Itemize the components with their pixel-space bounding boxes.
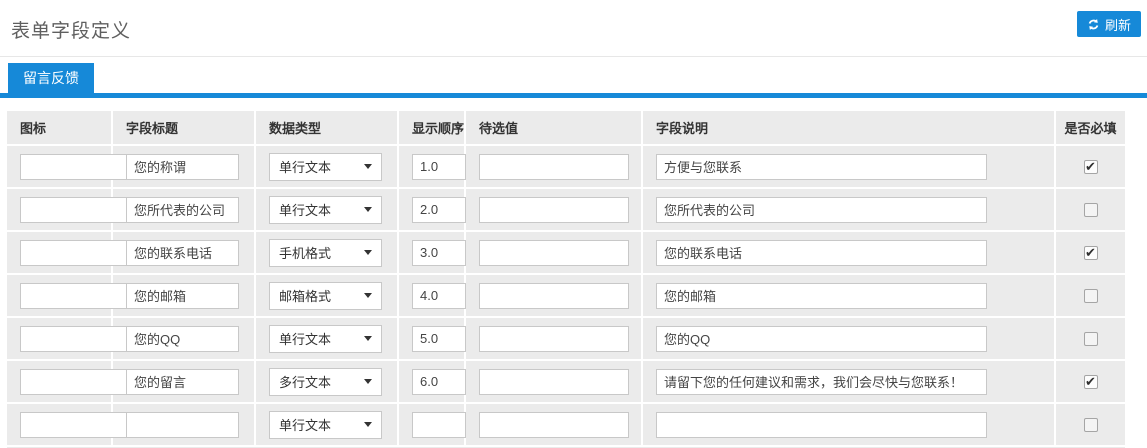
field-description-input[interactable]: [656, 154, 987, 180]
tab-message-feedback[interactable]: 留言反馈: [8, 63, 94, 93]
field-title-input[interactable]: [126, 412, 239, 438]
candidate-value-input[interactable]: [479, 369, 629, 395]
field-description-input[interactable]: [656, 283, 987, 309]
candidate-value-input[interactable]: [479, 283, 629, 309]
field-description-input[interactable]: [656, 326, 987, 352]
data-type-selected-value: 单行文本: [279, 415, 331, 434]
field-title-input[interactable]: [126, 369, 239, 395]
field-title-input[interactable]: [126, 326, 239, 352]
table-row: 单行文本: [7, 316, 1125, 359]
table-row: 单行文本 ✔: [7, 144, 1125, 187]
required-checkbox[interactable]: [1084, 289, 1098, 303]
refresh-button[interactable]: 刷新: [1077, 11, 1141, 37]
table-row: 多行文本 ✔: [7, 359, 1125, 402]
table-body: 单行文本 ✔ 单行文本 手机格式: [7, 144, 1125, 445]
table-row: 单行文本: [7, 402, 1125, 445]
field-description-input[interactable]: [656, 369, 987, 395]
required-checkbox[interactable]: ✔: [1084, 160, 1098, 174]
data-type-selected-value: 单行文本: [279, 329, 331, 348]
display-order-input[interactable]: [412, 283, 466, 309]
data-type-selected-value: 手机格式: [279, 243, 331, 262]
candidate-value-input[interactable]: [479, 154, 629, 180]
field-title-input[interactable]: [126, 154, 239, 180]
candidate-value-input[interactable]: [479, 326, 629, 352]
field-description-input[interactable]: [656, 197, 987, 223]
display-order-input[interactable]: [412, 240, 466, 266]
header-field-title: 字段标题: [113, 111, 256, 144]
dropdown-arrow-icon: [364, 207, 372, 212]
header-data-type: 数据类型: [256, 111, 399, 144]
data-type-select[interactable]: 单行文本: [269, 196, 382, 224]
candidate-value-input[interactable]: [479, 240, 629, 266]
candidate-value-input[interactable]: [479, 412, 629, 438]
field-title-input[interactable]: [126, 240, 239, 266]
required-checkbox[interactable]: [1084, 332, 1098, 346]
data-type-select[interactable]: 单行文本: [269, 153, 382, 181]
page: 表单字段定义 刷新 留言反馈 图标 字段标题 数据类型 显示顺序 待选值 字段说…: [0, 0, 1147, 448]
display-order-input[interactable]: [412, 412, 466, 438]
refresh-button-label: 刷新: [1105, 15, 1131, 34]
table-row: 手机格式 ✔: [7, 230, 1125, 273]
header-field-description: 字段说明: [643, 111, 1056, 144]
candidate-value-input[interactable]: [479, 197, 629, 223]
data-type-select[interactable]: 手机格式: [269, 239, 382, 267]
data-type-select[interactable]: 单行文本: [269, 325, 382, 353]
data-type-selected-value: 单行文本: [279, 157, 331, 176]
required-checkbox[interactable]: ✔: [1084, 375, 1098, 389]
table-row: 单行文本: [7, 187, 1125, 230]
field-title-input[interactable]: [126, 283, 239, 309]
data-type-select[interactable]: 单行文本: [269, 411, 382, 439]
header-candidate-value: 待选值: [466, 111, 643, 144]
dropdown-arrow-icon: [364, 379, 372, 384]
display-order-input[interactable]: [412, 197, 466, 223]
tab-underline-bar: [0, 93, 1147, 98]
dropdown-arrow-icon: [364, 250, 372, 255]
required-checkbox[interactable]: ✔: [1084, 246, 1098, 260]
required-checkbox[interactable]: [1084, 418, 1098, 432]
table-header-row: 图标 字段标题 数据类型 显示顺序 待选值 字段说明 是否必填: [7, 111, 1125, 144]
header-icon: 图标: [7, 111, 113, 144]
field-description-input[interactable]: [656, 240, 987, 266]
dropdown-arrow-icon: [364, 164, 372, 169]
header-display-order: 显示顺序: [399, 111, 466, 144]
page-title: 表单字段定义: [11, 16, 131, 43]
field-title-input[interactable]: [126, 197, 239, 223]
data-type-selected-value: 多行文本: [279, 372, 331, 391]
data-type-selected-value: 邮箱格式: [279, 286, 331, 305]
required-checkbox[interactable]: [1084, 203, 1098, 217]
display-order-input[interactable]: [412, 369, 466, 395]
header-required: 是否必填: [1056, 111, 1125, 144]
header-divider: [0, 56, 1147, 57]
data-type-select[interactable]: 多行文本: [269, 368, 382, 396]
dropdown-arrow-icon: [364, 336, 372, 341]
field-definition-table: 图标 字段标题 数据类型 显示顺序 待选值 字段说明 是否必填 单行文本 ✔ 单…: [7, 111, 1125, 448]
table-row: 邮箱格式: [7, 273, 1125, 316]
display-order-input[interactable]: [412, 326, 466, 352]
data-type-selected-value: 单行文本: [279, 200, 331, 219]
dropdown-arrow-icon: [364, 293, 372, 298]
field-description-input[interactable]: [656, 412, 987, 438]
dropdown-arrow-icon: [364, 422, 372, 427]
data-type-select[interactable]: 邮箱格式: [269, 282, 382, 310]
refresh-icon: [1087, 18, 1100, 31]
display-order-input[interactable]: [412, 154, 466, 180]
